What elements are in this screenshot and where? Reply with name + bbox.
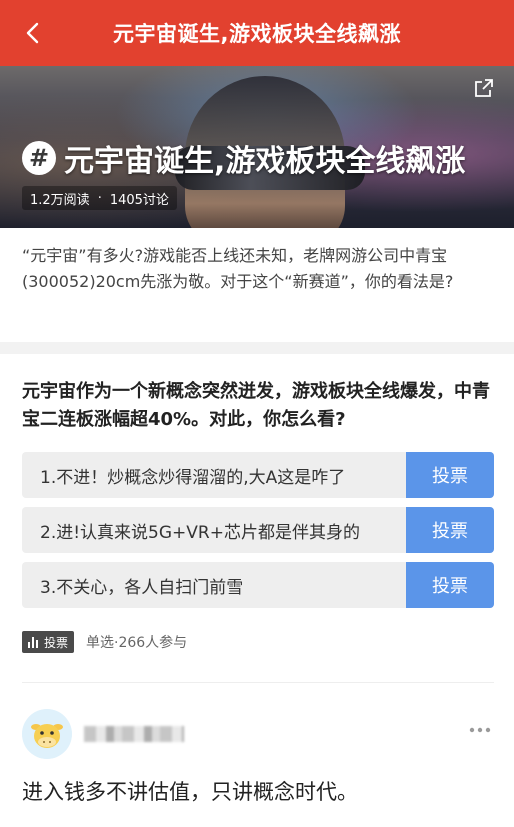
more-icon[interactable] xyxy=(468,726,492,734)
topic-stats: 1.2万阅读 · 1405讨论 xyxy=(22,186,177,210)
poll-option-label: 1.不进！炒概念炒得溜溜的,大A这是咋了 xyxy=(40,467,346,488)
top-bar: 元宇宙诞生,游戏板块全线飙涨 xyxy=(0,0,514,66)
poll-question: 元宇宙作为一个新概念突然迸发，游戏板块全线爆发，中青宝二连板涨幅超40%。对此，… xyxy=(22,381,490,430)
topic-banner: # 元宇宙诞生,游戏板块全线飙涨 1.2万阅读 · 1405讨论 xyxy=(0,66,514,228)
share-icon[interactable] xyxy=(474,78,494,98)
back-icon[interactable] xyxy=(22,22,44,44)
poll-tag-label: 投票 xyxy=(44,635,69,650)
vote-button[interactable]: 投票 xyxy=(406,452,494,498)
bar-chart-icon xyxy=(28,636,38,648)
comment-text: 进入钱多不讲估值，只讲概念时代。 xyxy=(22,780,358,804)
poll-participation: 单选·266人参与 xyxy=(86,635,188,651)
avatar-cow-icon xyxy=(22,709,72,759)
page-title: 元宇宙诞生,游戏板块全线飙涨 xyxy=(113,22,401,46)
poll-option-label: 3.不关心，各人自扫门前雪 xyxy=(40,577,244,598)
stats-separator: · xyxy=(97,190,102,206)
vote-button[interactable]: 投票 xyxy=(406,507,494,553)
hash-icon: # xyxy=(22,141,56,175)
avatar[interactable] xyxy=(22,709,72,759)
discussion-count: 1405讨论 xyxy=(109,192,169,208)
comment-divider xyxy=(22,682,494,683)
poll-option-3[interactable]: 3.不关心，各人自扫门前雪 投票 xyxy=(22,562,494,608)
topic-description: “元宇宙”有多火?游戏能否上线还未知，老牌网游公司中青宝(300052)20cm… xyxy=(22,246,454,291)
vote-button[interactable]: 投票 xyxy=(406,562,494,608)
poll-meta: 投票 单选·266人参与 xyxy=(22,631,187,653)
poll-tag: 投票 xyxy=(22,631,75,653)
username-blurred xyxy=(84,726,184,742)
topic-title-row: # 元宇宙诞生,游戏板块全线飙涨 xyxy=(22,136,465,180)
poll-option-2[interactable]: 2.进!认真来说5G+VR+芯片都是伴其身的 投票 xyxy=(22,507,494,553)
poll-option-1[interactable]: 1.不进！炒概念炒得溜溜的,大A这是咋了 投票 xyxy=(22,452,494,498)
section-divider xyxy=(0,342,514,354)
topic-title: 元宇宙诞生,游戏板块全线飙涨 xyxy=(64,144,466,179)
poll-option-label: 2.进!认真来说5G+VR+芯片都是伴其身的 xyxy=(40,522,360,543)
read-count: 1.2万阅读 xyxy=(30,192,90,208)
